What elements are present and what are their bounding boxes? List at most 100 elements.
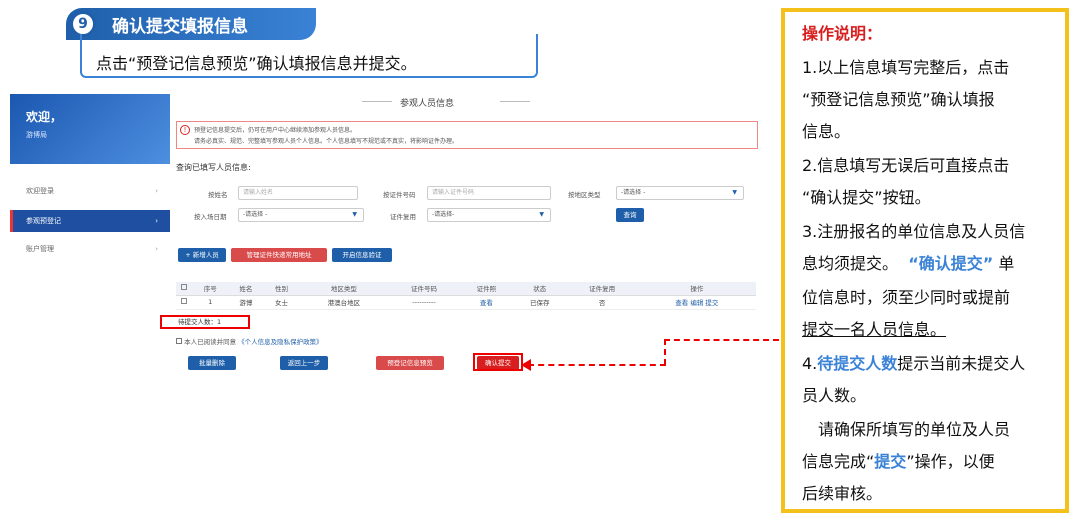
checkbox[interactable] [181,298,188,304]
back-button[interactable]: 返回上一步 [280,356,328,370]
instruction-text: 4. [802,354,818,373]
notice-line-1: 预登记信息提交后，仍可在用户中心继续添加参观人员信息。 [194,127,357,134]
agreement-line: 本人已阅读并同意 《个人信息及隐私保护政策》 [176,336,323,346]
instruction-text: ”操作，以便 [906,452,995,471]
warning-icon: ! [180,125,190,135]
welcome-banner [10,94,170,164]
instruction-text: 信息完成“ [802,452,875,471]
column-header: 地区类型 [299,282,389,296]
id-label: 按证件号码 [383,191,416,199]
instruction-line: 3.注册报名的单位信息及人员信 [802,222,1026,241]
sidebar-item-preregister[interactable]: 参观预登记 › [10,210,170,232]
instruction-line: 提交一名人员信息。 [802,320,947,339]
column-header: 状态 [513,282,567,296]
reuse-select[interactable]: -请选择- ▼ [427,208,551,222]
instruction-text: 提示当前未提交人 [897,354,1026,373]
sidebar-item-welcome[interactable]: 欢迎登录 › [10,180,170,202]
table-header-row: 序号 姓名 性别 地区类型 证件号码 证件照 状态 证件复用 操作 [176,282,756,296]
enable-verify-button[interactable]: 开启信息验证 [332,248,392,262]
query-button[interactable]: 查询 [616,208,644,222]
view-photo-link[interactable]: 查看 [459,295,514,310]
query-heading: 查询已填写人员信息: [176,163,251,172]
instruction-text: 息均须提交。 [802,254,899,273]
instruction-line: 信息。 [802,122,851,141]
column-header: 证件复用 [566,282,638,296]
step-description: 点击“预登记信息预览”确认填报信息并提交。 [96,54,417,73]
sidebar-item-account[interactable]: 账户管理 › [10,238,170,260]
row-actions[interactable]: 查看 编辑 提交 [637,295,756,310]
chevron-right-icon: › [155,217,158,225]
name-label: 按姓名 [208,191,228,199]
pending-count: 待提交人数：1 [160,315,250,329]
id-input[interactable]: 请输入证件号码 [427,186,551,200]
instruction-line: “预登记信息预览”确认填报 [802,90,995,109]
date-select[interactable]: -请选择 - ▼ [238,208,364,222]
instruction-highlight: 提交 [874,452,907,471]
chevron-right-icon: › [155,245,158,253]
person-table: 序号 姓名 性别 地区类型 证件号码 证件照 状态 证件复用 操作 1 游博 女… [176,282,756,310]
reuse-label: 证件复用 [390,213,416,221]
checkbox[interactable] [181,284,188,291]
chevron-right-icon: › [155,187,158,195]
instruction-line: 4.待提交人数提示当前未提交人 [802,350,1025,374]
sidebar-item-label: 参观预登记 [26,217,61,225]
section-title: 参观人员信息 [400,99,455,109]
column-header: 证件照 [459,282,514,296]
panel-title: 操作说明： [802,24,883,43]
confirm-highlight-box [473,353,523,371]
name-input[interactable]: 请输入姓名 [238,186,358,200]
instruction-line: 员人数。 [802,386,867,405]
reuse-select-value: -请选择- [432,211,455,218]
instruction-line: 位信息时，须至少同时或提前 [802,288,1011,307]
cell-id: ---------- [388,295,460,310]
caret-down-icon: ▼ [539,211,544,218]
instruction-line: 后续审核。 [802,484,883,503]
table-row: 1 游博 女士 港澳台地区 ---------- 查看 已保存 否 查看 编辑 … [176,295,756,310]
instruction-line: 信息完成“提交”操作，以便 [802,448,995,472]
preview-button[interactable]: 预登记信息预览 [376,356,444,370]
instruction-line: “确认提交”按钮。 [802,188,931,207]
welcome-username: 游博局 [26,131,47,139]
date-select-value: -请选择 - [243,211,268,218]
title-divider-left [362,101,392,102]
region-select[interactable]: -请选择 - ▼ [616,186,744,200]
instruction-highlight: “确认提交” [908,254,994,273]
instruction-line: 1.以上信息填写完整后，点击 [802,58,1010,77]
column-header: 序号 [192,282,229,296]
instruction-line: 2.信息填写无误后可直接点击 [802,156,1010,175]
cell-region: 港澳台地区 [299,295,389,310]
instruction-text: 单 [998,254,1015,273]
region-select-value: -请选择 - [621,189,646,196]
date-label: 按入场日期 [194,213,227,221]
sidebar-item-label: 账户管理 [26,245,54,253]
agree-text: 本人已阅读并同意 [184,338,237,346]
row-select-cell[interactable] [176,295,193,310]
batch-delete-button[interactable]: 批量删除 [188,356,236,370]
dashed-connector [528,364,666,366]
privacy-policy-link[interactable]: 《个人信息及隐私保护政策》 [238,338,323,346]
column-header: 操作 [637,282,756,296]
instruction-line: 请确保所填写的单位及人员 [818,420,1011,439]
instruction-highlight: 待提交人数 [817,354,898,373]
column-header: 证件号码 [388,282,460,296]
region-label: 按地区类型 [568,191,601,199]
agree-checkbox[interactable] [176,338,182,344]
column-header: 性别 [263,282,300,296]
title-divider-right [500,101,530,102]
add-person-button[interactable]: + 新增人员 [178,248,226,262]
column-header: 姓名 [228,282,264,296]
cell-status: 已保存 [513,295,567,310]
cell-name: 游博 [228,295,264,310]
welcome-title: 欢迎， [26,110,63,124]
cell-index: 1 [192,295,229,310]
cell-reuse: 否 [566,295,638,310]
caret-down-icon: ▼ [732,189,737,196]
instruction-line: 息均须提交。 “确认提交” 单 [802,250,1014,274]
caret-down-icon: ▼ [352,211,357,218]
notice-line-2: 请务必真实、规范、完整填写参观人员个人信息。个人信息填写不规范或不真实，将影响证… [194,138,459,145]
select-all-cell[interactable] [176,282,193,296]
cell-gender: 女士 [263,295,300,310]
manage-address-button[interactable]: 管理证件快递常用地址 [231,248,327,262]
dashed-connector [664,339,666,365]
sidebar-item-label: 欢迎登录 [26,187,54,195]
